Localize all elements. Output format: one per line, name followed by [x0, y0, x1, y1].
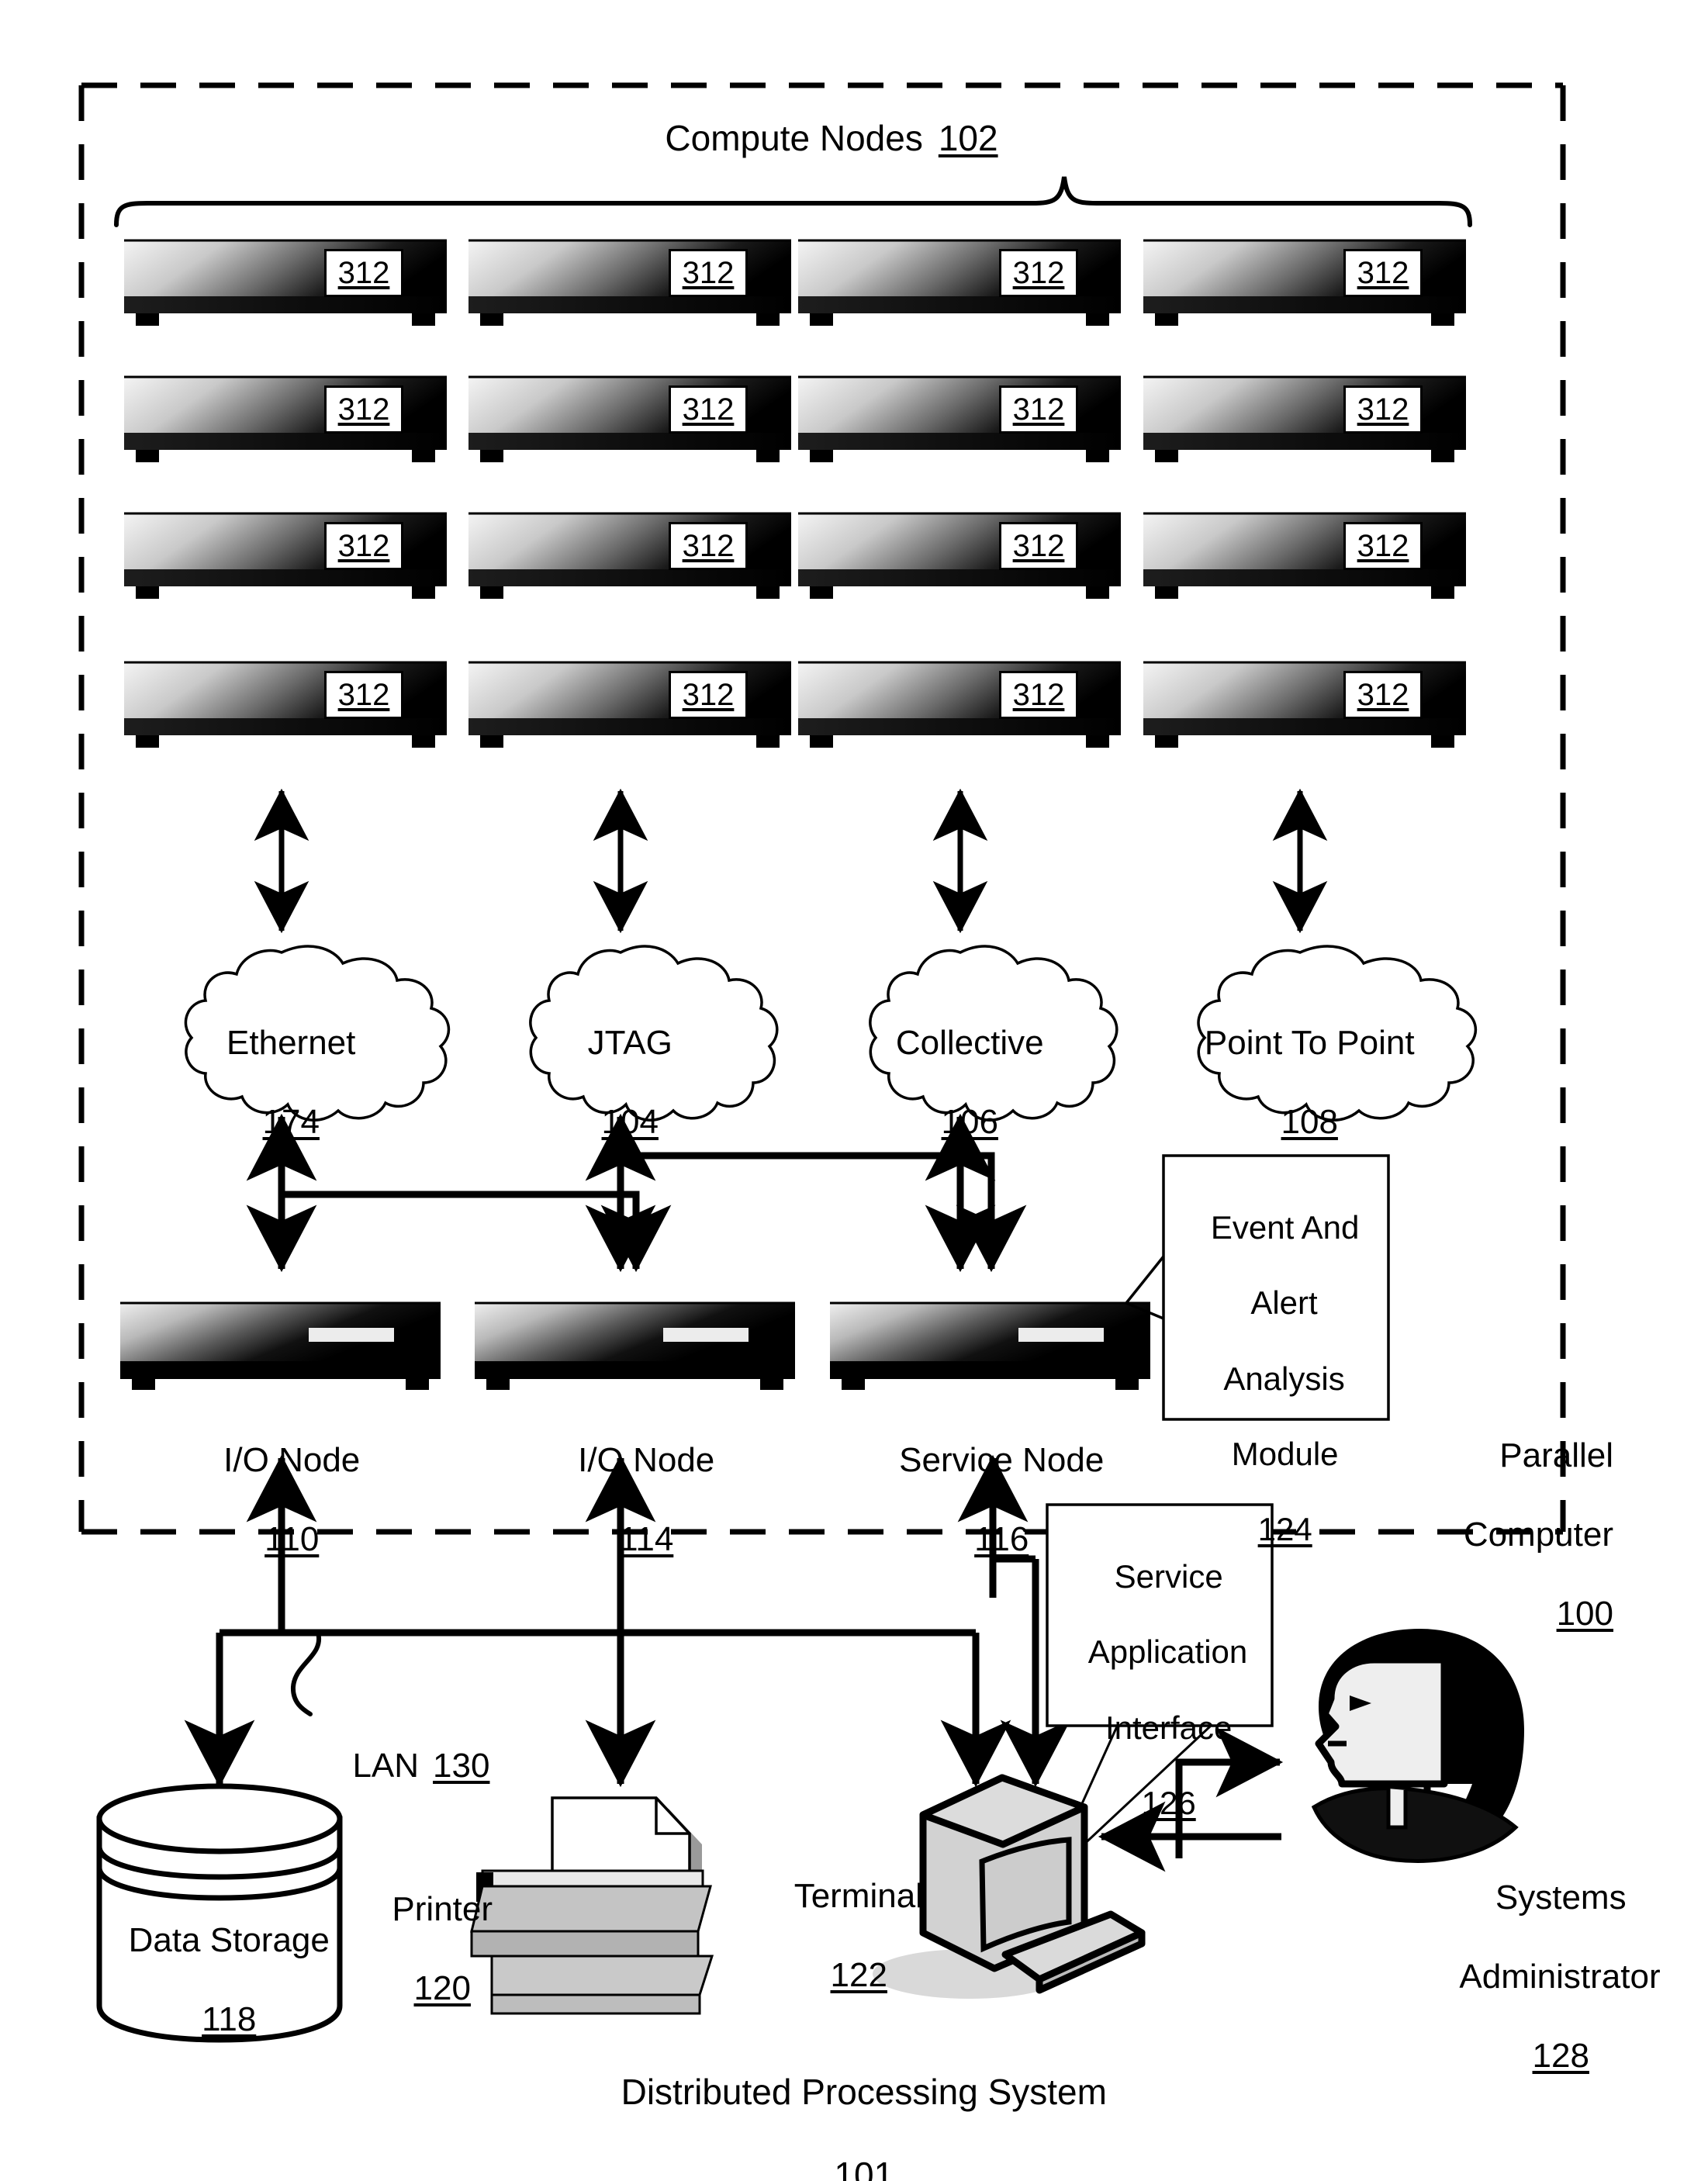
- compute-node-label: 312: [669, 671, 748, 719]
- data-storage-label: Data Storage 118: [128, 1921, 330, 2039]
- lan-label: LAN 130: [352, 1747, 490, 1785]
- service-app-interface-text: Service Application Interface 126: [1087, 1557, 1248, 1822]
- io-node-110-label: I/O Node 110: [223, 1441, 361, 1559]
- compute-node-label: 312: [324, 522, 403, 570]
- io-node-114-label: I/O Node 114: [578, 1441, 715, 1559]
- compute-node-label: 312: [999, 385, 1078, 434]
- compute-node-label: 312: [999, 671, 1078, 719]
- network-label-collective: Collective 106: [895, 1024, 1044, 1142]
- compute-node-label: 312: [669, 385, 748, 434]
- figure-caption: Distributed Processing System 101: [621, 2072, 1107, 2181]
- compute-node-label: 312: [1343, 385, 1423, 434]
- figure-canvas: Compute Nodes 102 312 312 312 312 312 312…: [0, 0, 1708, 2181]
- compute-node-label: 312: [324, 671, 403, 719]
- compute-node-label: 312: [999, 522, 1078, 570]
- service-tier-nodes: [120, 1301, 1150, 1390]
- network-label-ethernet: Ethernet 174: [226, 1024, 356, 1142]
- compute-nodes-group-text: Compute Nodes: [665, 118, 923, 158]
- compute-node-label: 312: [324, 249, 403, 297]
- compute-nodes-brace: [114, 176, 1472, 227]
- person-profile-icon: [1311, 1629, 1524, 1863]
- io-node-114-icon: [475, 1301, 795, 1390]
- printer-label: Printer 120: [392, 1890, 493, 2008]
- compute-node-label: 312: [669, 249, 748, 297]
- network-label-point-to-point: Point To Point 108: [1204, 1024, 1415, 1142]
- compute-node-label: 312: [999, 249, 1078, 297]
- compute-node-label: 312: [324, 385, 403, 434]
- terminal-label: Terminal 122: [793, 1877, 923, 1995]
- compute-node-label: 312: [1343, 249, 1423, 297]
- service-node-116-icon: [830, 1301, 1150, 1390]
- compute-nodes-group-ref: 102: [938, 118, 998, 158]
- compute-node-label: 312: [1343, 671, 1423, 719]
- systems-administrator-label: Systems Administrator 128: [1459, 1879, 1661, 2076]
- compute-node-label: 312: [669, 522, 748, 570]
- compute-node-label: 312: [1343, 522, 1423, 570]
- io-node-110-icon: [120, 1301, 441, 1390]
- network-label-jtag: JTAG 104: [587, 1024, 672, 1142]
- parallel-computer-label: Parallel Computer 100: [1463, 1436, 1613, 1633]
- compute-nodes-group-label: Compute Nodes 102: [653, 118, 1010, 159]
- node-network-arrows: [254, 788, 1328, 934]
- lan-leader-line: [291, 1630, 322, 1716]
- event-alert-module-text: Event And Alert Analysis Module 124: [1210, 1208, 1360, 1548]
